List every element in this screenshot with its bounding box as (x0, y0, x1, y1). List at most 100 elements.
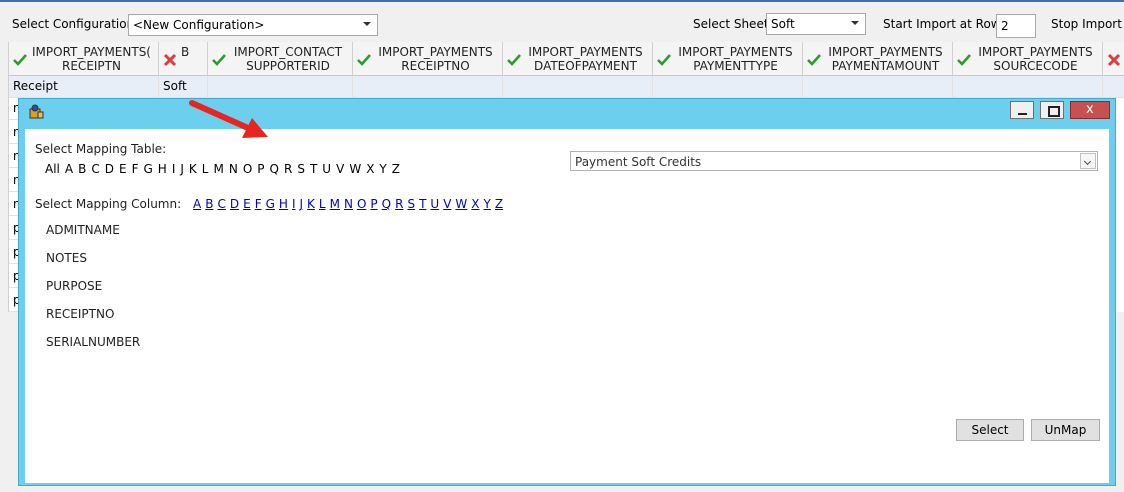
check-icon (357, 54, 371, 66)
column-letter-o[interactable]: O (357, 197, 366, 211)
table-letter-j[interactable]: J (180, 162, 184, 176)
table-row[interactable]: Receipt Soft (9, 76, 1124, 98)
check-icon (13, 54, 27, 66)
table-letter-b[interactable]: B (78, 162, 86, 176)
mapping-column-item[interactable]: ADMITNAME (46, 223, 120, 237)
column-letter-n[interactable]: N (344, 197, 353, 211)
close-button[interactable]: x (1070, 101, 1110, 119)
table-letter-m[interactable]: M (213, 162, 223, 176)
column-letter-i[interactable]: I (292, 197, 296, 211)
column-letter-a[interactable]: A (193, 197, 201, 211)
column-letter-l[interactable]: L (319, 197, 326, 211)
column-letter-w[interactable]: W (455, 197, 467, 211)
table-letter-c[interactable]: C (91, 162, 99, 176)
column-letter-x[interactable]: X (471, 197, 479, 211)
column-header-label: IMPORT_PAYMENTS SOURCECODE (978, 45, 1093, 73)
table-letter-g[interactable]: G (143, 162, 152, 176)
select-button[interactable]: Select (956, 419, 1024, 441)
column-header[interactable]: IMPORT_PAYMENTS DATEOFPAYMENT (503, 42, 653, 76)
column-header[interactable]: B (159, 42, 208, 76)
mapping-column-item[interactable]: PURPOSE (46, 279, 102, 293)
table-letter-d[interactable]: D (105, 162, 114, 176)
maximize-button[interactable] (1040, 101, 1064, 119)
table-letter-l[interactable]: L (202, 162, 209, 176)
column-header[interactable]: IMPORT_PAYMENTS PAYMENTAMOUNT (803, 42, 953, 76)
column-letter-b[interactable]: B (205, 197, 213, 211)
table-letter-h[interactable]: H (158, 162, 167, 176)
column-letter-f[interactable]: F (255, 197, 262, 211)
table-letter-t[interactable]: T (310, 162, 317, 176)
column-letter-e[interactable]: E (243, 197, 251, 211)
table-cell[interactable]: Soft (159, 76, 208, 98)
table-cell[interactable] (1103, 76, 1124, 98)
table-letter-z[interactable]: Z (392, 162, 400, 176)
mapping-table-select-value: Payment Soft Credits (575, 155, 702, 169)
column-letter-r[interactable]: R (395, 197, 403, 211)
mapping-dialog: x Select Mapping Table: All A B C D E F G H I J K L M… (18, 98, 1116, 486)
column-letter-q[interactable]: Q (382, 197, 391, 211)
table-letter-a[interactable]: A (65, 162, 73, 176)
table-letter-w[interactable]: W (349, 162, 361, 176)
column-header[interactable]: IMPORT_PAYMENTS PAYMENTTYPE (653, 42, 803, 76)
column-letter-m[interactable]: M (330, 197, 340, 211)
table-letter-k[interactable]: K (189, 162, 197, 176)
table-cell[interactable] (503, 76, 653, 98)
table-cell[interactable] (953, 76, 1103, 98)
column-header[interactable]: IMPORT_CONTACT SUPPORTERID (208, 42, 353, 76)
table-letter-r[interactable]: R (284, 162, 292, 176)
table-letter-f[interactable]: F (132, 162, 139, 176)
column-letter-j[interactable]: J (299, 197, 303, 211)
table-cell[interactable] (803, 76, 953, 98)
minimize-button[interactable] (1010, 101, 1034, 119)
unmap-button[interactable]: UnMap (1031, 419, 1100, 441)
column-letter-d[interactable]: D (230, 197, 239, 211)
column-letter-y[interactable]: Y (484, 197, 491, 211)
column-header-label: IMPORT_PAYMENTS RECEIPTNO (378, 45, 493, 73)
configuration-select[interactable]: <New Configuration> (128, 14, 378, 36)
column-letter-c[interactable]: C (217, 197, 225, 211)
column-header[interactable]: IMPORT_PAYMENTS RECEIPTNO (353, 42, 503, 76)
table-letter-e[interactable]: E (119, 162, 127, 176)
start-import-row-value: 2 (1001, 19, 1009, 33)
chevron-down-icon (1080, 153, 1096, 169)
column-letter-g[interactable]: G (266, 197, 275, 211)
column-letter-h[interactable]: H (279, 197, 288, 211)
stop-import-label: Stop Import a (1051, 17, 1124, 31)
column-letter-u[interactable]: U (430, 197, 439, 211)
table-letter-all[interactable]: All (45, 162, 60, 176)
table-letter-i[interactable]: I (172, 162, 176, 176)
sheet-select[interactable]: Soft (766, 13, 866, 35)
table-letter-q[interactable]: Q (270, 162, 279, 176)
table-letter-v[interactable]: V (336, 162, 344, 176)
table-cell[interactable]: Receipt (9, 76, 159, 98)
column-header-label: B (181, 45, 190, 59)
start-import-row-input[interactable]: 2 (996, 14, 1036, 38)
column-letter-p[interactable]: P (370, 197, 377, 211)
table-letter-u[interactable]: U (322, 162, 331, 176)
table-letter-x[interactable]: X (366, 162, 374, 176)
column-letter-k[interactable]: K (307, 197, 315, 211)
column-letter-s[interactable]: S (407, 197, 415, 211)
check-icon (957, 54, 971, 66)
mapping-column-item[interactable]: SERIALNUMBER (46, 335, 140, 349)
table-cell[interactable] (653, 76, 803, 98)
column-letter-v[interactable]: V (443, 197, 451, 211)
table-letter-p[interactable]: P (257, 162, 264, 176)
table-cell[interactable] (208, 76, 353, 98)
mapping-table-select[interactable]: Payment Soft Credits (570, 151, 1098, 171)
mapping-column-item[interactable]: NOTES (46, 251, 87, 265)
table-letter-y[interactable]: Y (379, 162, 386, 176)
column-header[interactable]: IMPORT_PAYMENTS( RECEIPTN (9, 42, 159, 76)
column-header[interactable]: IMPORT_PAYMENTS SOURCECODE (953, 42, 1103, 76)
column-header-label: IMPORT_PAYMENTS PAYMENTTYPE (678, 45, 793, 73)
table-letter-n[interactable]: N (229, 162, 238, 176)
column-letter-z[interactable]: Z (495, 197, 503, 211)
check-icon (807, 54, 821, 66)
table-letter-s[interactable]: S (297, 162, 305, 176)
table-letter-o[interactable]: O (243, 162, 252, 176)
mapping-column-item[interactable]: RECEIPTNO (46, 307, 114, 321)
column-header-label: IMPORT_CONTACT SUPPORTERID (233, 45, 343, 73)
column-letter-t[interactable]: T (419, 197, 426, 211)
column-header[interactable] (1103, 42, 1124, 76)
table-cell[interactable] (353, 76, 503, 98)
